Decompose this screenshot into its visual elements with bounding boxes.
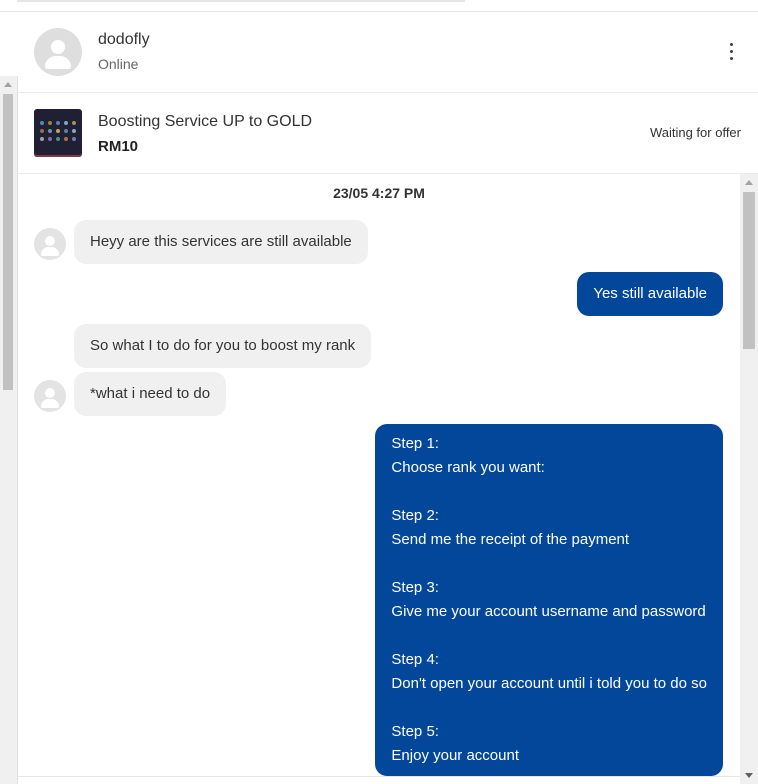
date-stamp: 23/05 4:27 PM <box>333 185 425 201</box>
page-scrollbar[interactable] <box>0 76 18 784</box>
message-line <box>391 552 707 576</box>
message-line: Give me your account username and passwo… <box>391 603 706 620</box>
message-line: Enjoy your account <box>391 747 519 764</box>
user-avatar[interactable] <box>34 28 82 76</box>
message-line: Send me the receipt of the payment <box>391 531 630 548</box>
buyer-avatar <box>34 380 66 412</box>
divider <box>18 776 740 777</box>
message-bubble-incoming: Heyy are this services are still availab… <box>74 220 368 264</box>
message-line: Step 1: <box>391 435 439 452</box>
scroll-down-arrow-icon[interactable] <box>745 773 753 778</box>
buyer-avatar <box>34 228 66 260</box>
message-list: 23/05 4:27 PM Heyy are this services are… <box>18 174 740 784</box>
message-line: Step 3: <box>391 579 439 596</box>
product-thumbnail[interactable] <box>34 109 82 157</box>
scroll-up-arrow-icon[interactable] <box>4 82 12 87</box>
more-options-icon[interactable] <box>724 40 740 64</box>
message-bubble-outgoing: Yes still available <box>577 272 723 316</box>
chat-header: dodofly Online <box>18 12 758 93</box>
message-line <box>391 696 707 720</box>
message-line <box>391 480 707 504</box>
message-scrollbar[interactable] <box>740 174 758 784</box>
scroll-up-arrow-icon[interactable] <box>745 180 753 185</box>
chat-panel: dodofly Online Boosting Service UP to GO… <box>18 12 758 784</box>
top-strip <box>0 0 758 12</box>
product-bar[interactable]: Boosting Service UP to GOLD RM10 Waiting… <box>18 93 758 174</box>
message-line <box>391 624 707 648</box>
product-title[interactable]: Boosting Service UP to GOLD <box>98 113 312 131</box>
user-name[interactable]: dodofly <box>98 31 150 49</box>
message-line: Step 2: <box>391 507 439 524</box>
message-bubble-incoming: So what I to do for you to boost my rank <box>74 324 372 368</box>
message-line: Choose rank you want: <box>391 459 545 476</box>
user-status: Online <box>98 56 139 72</box>
message-bubble-outgoing-steps: Step 1: Choose rank you want: Step 2: Se… <box>375 424 723 776</box>
page-scrollbar-thumb[interactable] <box>3 94 13 390</box>
message-bubble-incoming: *what i need to do <box>74 372 227 416</box>
message-line: Step 5: <box>391 723 439 740</box>
message-scrollbar-thumb[interactable] <box>743 192 755 349</box>
message-line: Step 4: <box>391 651 439 668</box>
message-line: Don't open your account until i told you… <box>391 675 707 692</box>
product-price: RM10 <box>98 138 139 155</box>
offer-status: Waiting for offer <box>649 125 741 140</box>
